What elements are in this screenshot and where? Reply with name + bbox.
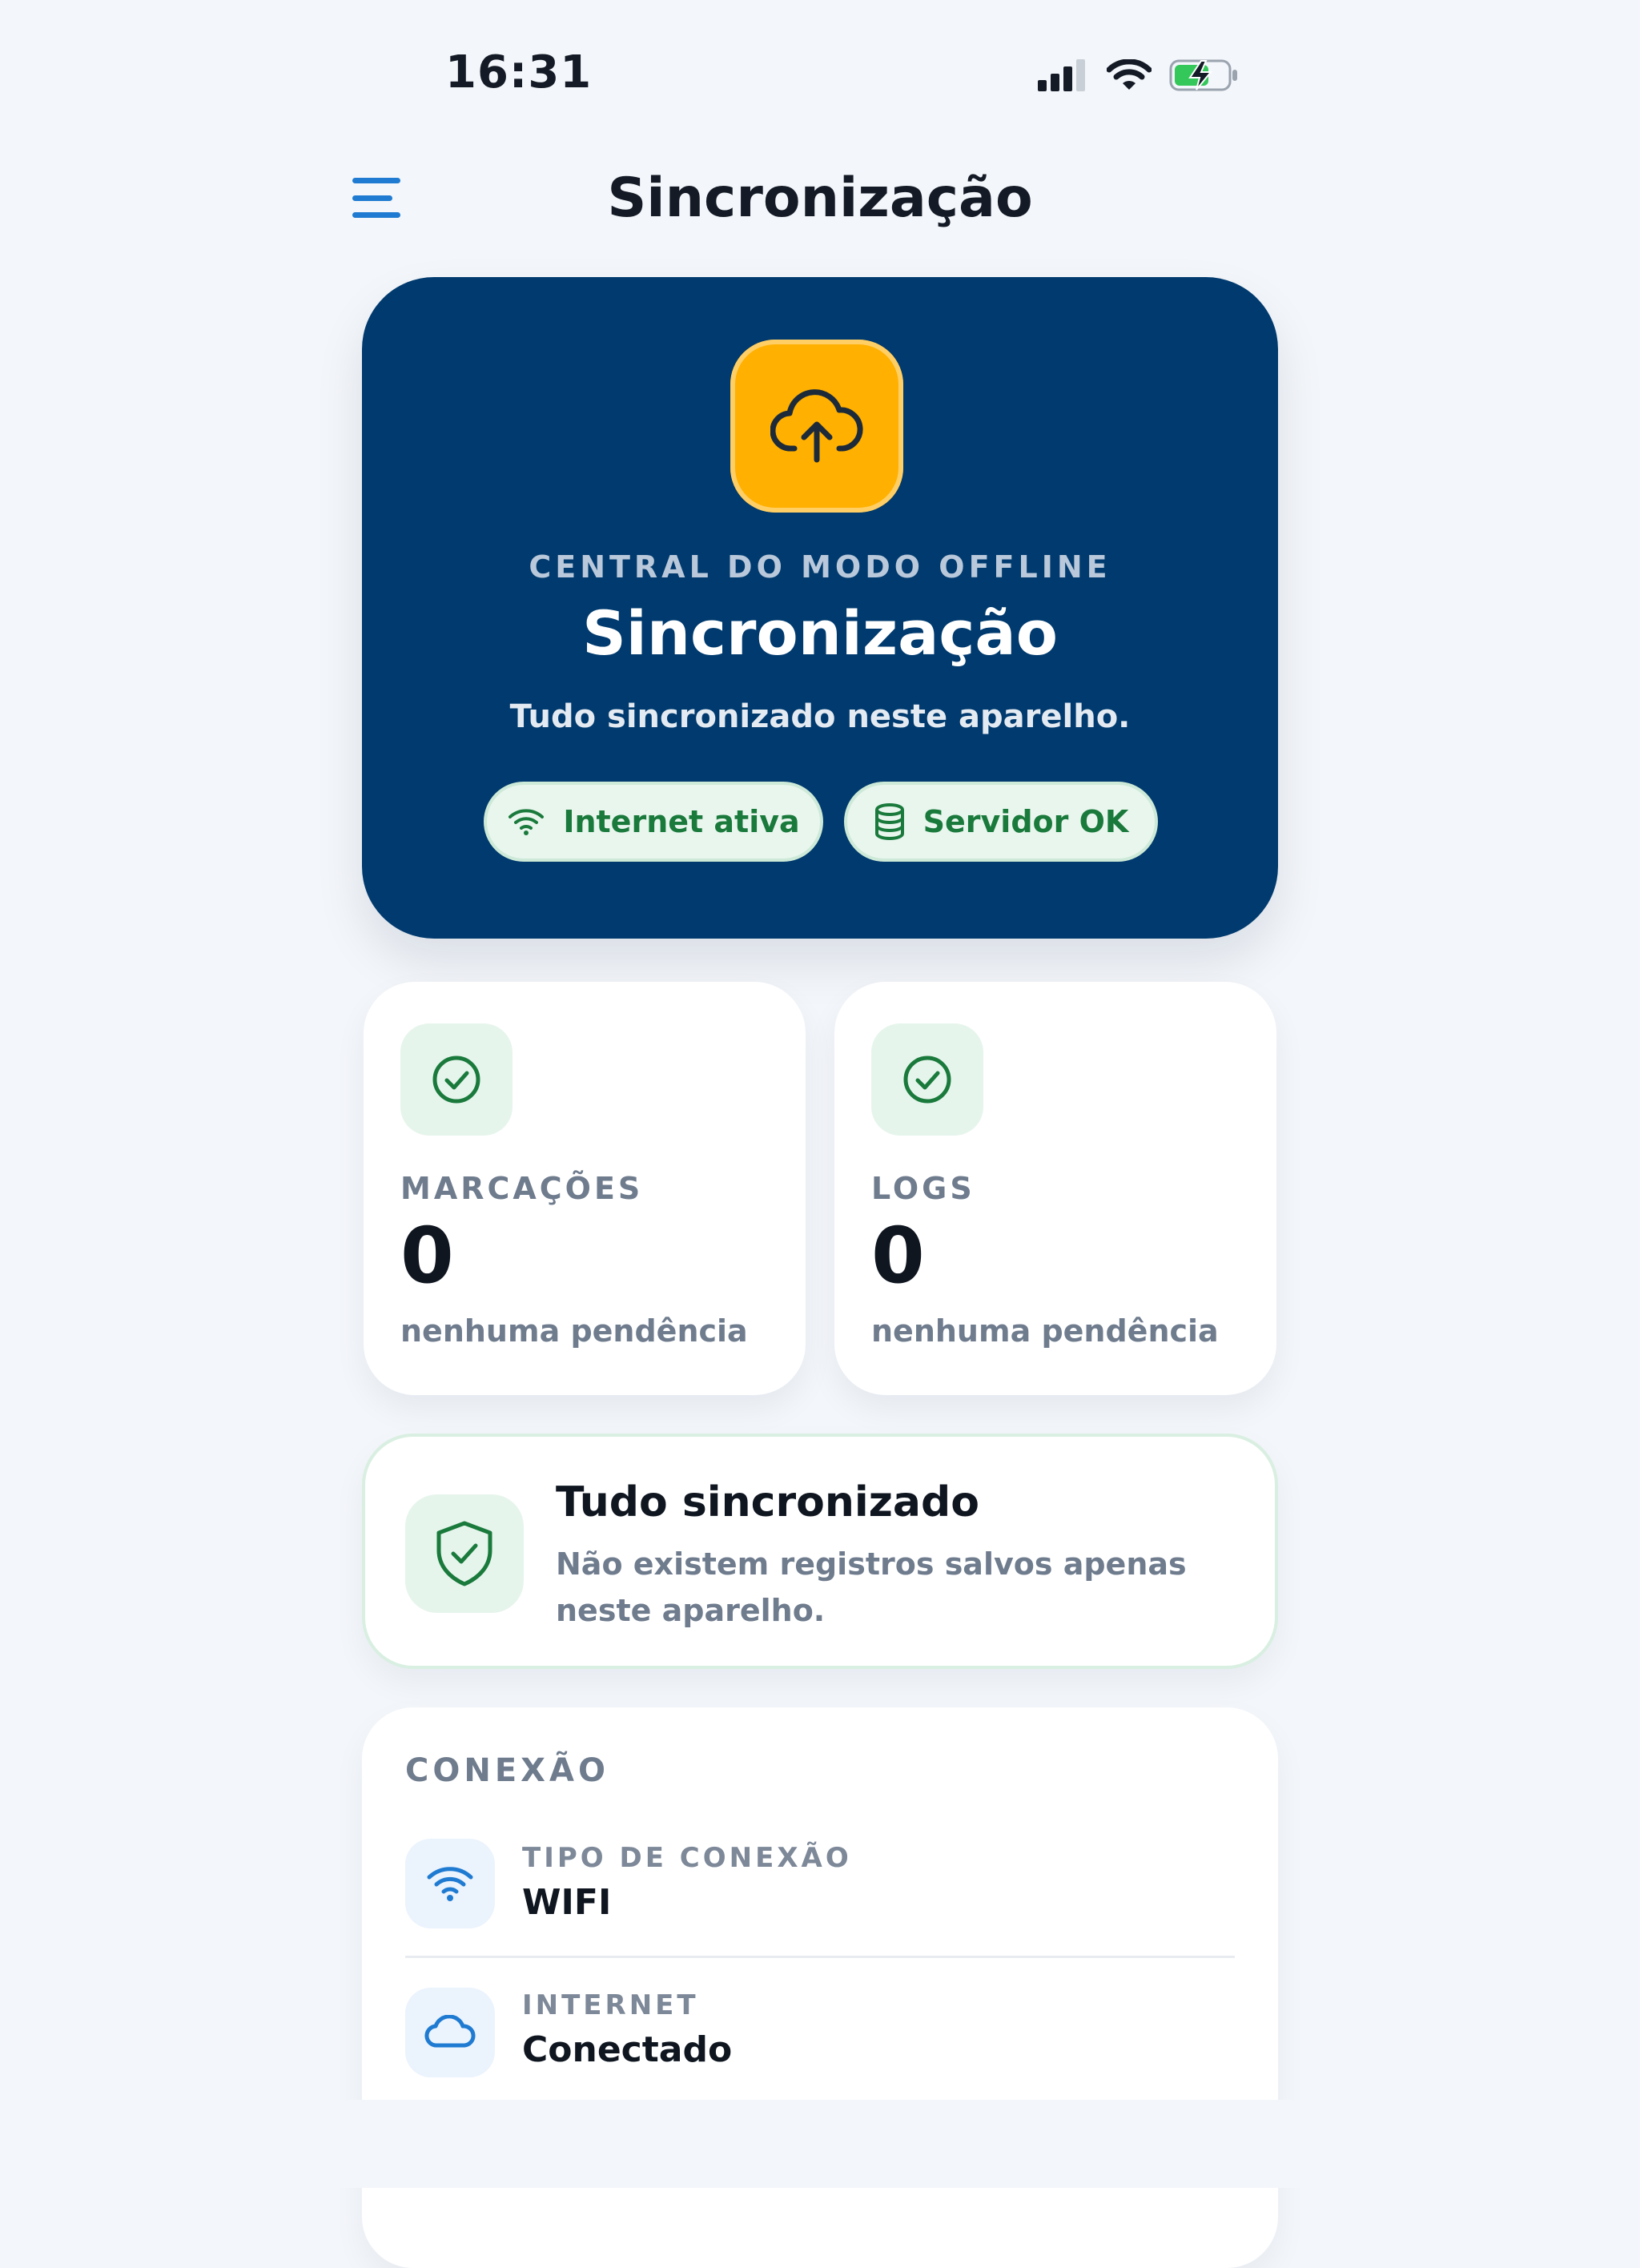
sync-status-title: Tudo sincronizado <box>556 1478 979 1526</box>
page-title: Sincronização <box>607 167 1033 230</box>
connection-type-label: TIPO DE CONEXÃO <box>522 1842 852 1874</box>
cloud-icon <box>405 1988 495 2077</box>
chip-label: Internet ativa <box>563 804 800 839</box>
connection-type-value: WIFI <box>522 1882 612 1923</box>
wifi-icon <box>508 809 545 835</box>
cellular-signal-icon <box>1038 59 1085 91</box>
status-time: 16:31 <box>445 46 593 99</box>
bottom-fade <box>0 2100 1640 2188</box>
database-icon <box>874 803 904 840</box>
server-status-chip[interactable]: Servidor OK <box>844 782 1158 862</box>
stat-label: MARCAÇÕES <box>400 1171 644 1206</box>
stat-card-marcacoes[interactable]: MARCAÇÕES 0 nenhuma pendência <box>364 982 806 1395</box>
internet-value: Conectado <box>522 2029 733 2070</box>
wifi-status-icon <box>1107 59 1152 90</box>
stat-card-logs[interactable]: LOGS 0 nenhuma pendência <box>834 982 1276 1395</box>
stat-label: LOGS <box>871 1171 975 1206</box>
wifi-icon <box>405 1839 495 1928</box>
internet-status-chip[interactable]: Internet ativa <box>484 782 823 862</box>
status-icons <box>1038 56 1240 94</box>
cloud-upload-icon <box>730 340 903 513</box>
stat-note: nenhuma pendência <box>871 1313 1219 1349</box>
sync-status-description: Não existem registros salvos apenas nest… <box>556 1546 1187 1628</box>
internet-label: INTERNET <box>522 1989 699 2021</box>
connection-heading: CONEXÃO <box>405 1752 609 1789</box>
stat-value: 0 <box>400 1211 454 1301</box>
sync-status-card: Tudo sincronizado Não existem registros … <box>362 1434 1278 1669</box>
battery-charging-icon <box>1169 59 1237 91</box>
chip-label: Servidor OK <box>922 804 1129 839</box>
hero-title: Sincronização <box>582 597 1058 669</box>
sync-hero-card: CENTRAL DO MODO OFFLINE Sincronização Tu… <box>362 277 1278 939</box>
check-circle-icon <box>400 1023 512 1136</box>
hero-subtitle: Tudo sincronizado neste aparelho. <box>509 698 1131 735</box>
hero-eyebrow: CENTRAL DO MODO OFFLINE <box>529 549 1111 585</box>
stat-note: nenhuma pendência <box>400 1313 748 1349</box>
check-circle-icon <box>871 1023 983 1136</box>
shield-check-icon <box>405 1494 524 1613</box>
stat-value: 0 <box>871 1211 925 1301</box>
row-divider <box>405 1956 1235 1958</box>
